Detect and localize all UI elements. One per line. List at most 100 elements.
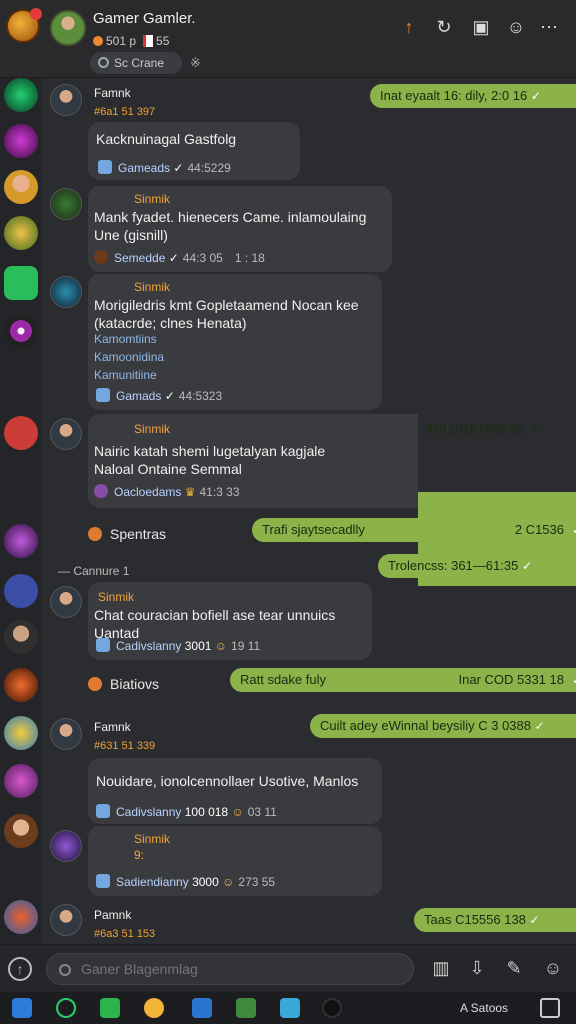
outgoing-message[interactable]: Trafi sjaytsecadlly2 C1536✓ <box>252 518 576 542</box>
emoji-icon[interactable]: ☺ <box>542 957 564 979</box>
sticker-icon[interactable]: ▥ <box>430 957 452 979</box>
sidebar-server-3[interactable] <box>4 170 38 204</box>
tag-icon <box>96 804 110 818</box>
sidebar-server-12[interactable] <box>4 716 38 750</box>
taskbar: A Satoos <box>0 992 576 1024</box>
section-icon <box>88 527 102 541</box>
more-icon[interactable]: ⋯ <box>538 16 560 38</box>
camera-icon[interactable] <box>322 998 342 1018</box>
check-icon: ✓ <box>530 420 541 434</box>
calendar-icon[interactable] <box>192 998 212 1018</box>
author-name[interactable]: Sinmik <box>134 422 170 436</box>
date-divider: — Cannure 1 <box>58 564 130 578</box>
tag-icon <box>98 160 112 174</box>
outgoing-message[interactable]: Inat eyaalt 16: dily, 2:0 16 ✓ <box>370 84 576 108</box>
message-text: Chat couracian bofiell ase tear unnuics … <box>94 607 336 641</box>
message-text: Nouidare, ionolcennollaer Usotive, Manlo… <box>96 773 359 789</box>
message-meta: Cadivslanny 3001 ☺ 19 11 <box>96 638 260 653</box>
sidebar-server-11[interactable] <box>4 668 38 702</box>
channel-pill[interactable]: Sc Crane <box>90 52 182 74</box>
system-clock: A Satoos <box>460 1001 509 1015</box>
author-tag: #6a3 51 153 <box>94 928 156 940</box>
chat-app-icon[interactable] <box>56 998 76 1018</box>
avatar[interactable] <box>50 84 82 116</box>
message-line: Kamomtiins <box>94 332 157 346</box>
author-name[interactable]: Sinmik <box>134 192 170 206</box>
store-icon[interactable] <box>280 998 300 1018</box>
avatar-icon <box>94 484 108 498</box>
sidebar-server-14[interactable] <box>4 814 38 848</box>
message-bubble[interactable]: Sinmik Nairic katah shemi lugetalyan kag… <box>88 414 418 508</box>
message-input[interactable] <box>47 954 413 984</box>
avatar-icon <box>94 250 108 264</box>
author-tag: #6a1 51 397 <box>94 106 156 118</box>
avatar[interactable] <box>50 586 82 618</box>
download-icon[interactable]: ⇩ <box>466 957 488 979</box>
message-bubble[interactable]: Sinmik Chat couracian bofiell ase tear u… <box>88 582 372 660</box>
notification-icon[interactable] <box>540 998 560 1018</box>
outgoing-message[interactable]: Cuilt adey eWinnal beysiliy C 3 0388 ✓ <box>310 714 576 738</box>
section-separator: Spentras <box>88 526 166 542</box>
avatar[interactable] <box>50 904 82 936</box>
avatar[interactable] <box>50 188 82 220</box>
chat-header: Gamer Gamler. 501 p 55 Sc Crane ※ ↑ ↻ ▣ … <box>0 0 576 78</box>
outgoing-message[interactable]: Taas C15556 138 ✓ <box>414 908 576 932</box>
arrow-up-icon[interactable]: ↑ <box>398 16 420 38</box>
sidebar-server-4[interactable] <box>4 216 38 250</box>
outgoing-message[interactable]: Ratt sdake fulyInar COD 5331 18✓ <box>230 668 576 692</box>
sidebar-server-7[interactable] <box>4 416 38 450</box>
sidebar-server-15[interactable] <box>4 900 38 934</box>
game-icon[interactable] <box>236 998 256 1018</box>
check-icon: ✓ <box>572 518 576 542</box>
check-icon: ✓ <box>529 913 540 927</box>
chat-avatar[interactable] <box>50 10 86 46</box>
avatar[interactable] <box>50 418 82 450</box>
tag-icon <box>96 388 110 402</box>
author-tag: #631 51 339 <box>94 740 156 752</box>
orange-dot-icon <box>93 36 103 46</box>
composer-bar: ↑ ▥ ⇩ ✎ ☺ <box>0 944 576 992</box>
avatar[interactable] <box>50 718 82 750</box>
author-name[interactable]: Sinmik <box>134 832 170 846</box>
image-icon[interactable]: ▣ <box>470 16 492 38</box>
author-name[interactable]: Sinmik <box>98 590 134 604</box>
sidebar-server-10[interactable] <box>4 620 38 654</box>
check-icon: ✓ <box>530 89 541 103</box>
refresh-icon[interactable]: ↻ <box>433 16 455 38</box>
pen-icon[interactable]: ✎ <box>503 957 525 979</box>
author-name[interactable]: Sinmik <box>134 280 170 294</box>
windows-icon[interactable] <box>12 998 32 1018</box>
author-name[interactable]: Famnk <box>94 720 131 734</box>
author-name[interactable]: Famnk <box>94 86 131 100</box>
avatar[interactable] <box>50 276 82 308</box>
message-bubble[interactable]: Sinmik Mank fyadet. hienecers Came. inla… <box>88 186 392 272</box>
message-line: Kamoonidina <box>94 350 165 364</box>
sidebar-server-8[interactable] <box>4 524 38 558</box>
sidebar-server-13[interactable] <box>4 764 38 798</box>
star-icon: ※ <box>190 55 201 70</box>
music-icon[interactable] <box>100 998 120 1018</box>
sidebar-server-9[interactable] <box>4 574 38 608</box>
sidebar-server-5[interactable] <box>4 266 38 300</box>
author-name[interactable]: Pamnk <box>94 908 131 922</box>
message-bubble[interactable]: Kacknuinagal Gastfolg Gameads ✓ 44:5229 <box>88 122 300 180</box>
section-icon <box>88 677 102 691</box>
message-text: Kacknuinagal Gastfolg <box>96 131 237 147</box>
message-bubble[interactable]: Sinmik Morigiledris kmt Gopletaamend Noc… <box>88 274 382 410</box>
browser-icon[interactable] <box>144 998 164 1018</box>
sidebar-server-2[interactable] <box>4 124 38 158</box>
upload-icon[interactable]: ↑ <box>8 957 32 981</box>
message-input-wrap[interactable] <box>46 953 414 985</box>
message-meta: Sadiendianny 3000 ☺ 273 55 <box>96 874 275 889</box>
message-bubble[interactable]: Sinmik 9: Sadiendianny 3000 ☺ 273 55 <box>88 826 382 896</box>
message-bubble[interactable]: Nouidare, ionolcennollaer Usotive, Manlo… <box>88 758 382 824</box>
sidebar-server-1[interactable] <box>4 78 38 112</box>
search-icon <box>98 57 109 68</box>
check-icon: ✓ <box>521 559 532 573</box>
sidebar-server-6[interactable] <box>4 314 38 348</box>
avatar[interactable] <box>50 830 82 862</box>
emoji-icon[interactable]: ☺ <box>505 16 527 38</box>
app-logo[interactable] <box>6 8 42 43</box>
search-icon <box>59 964 71 976</box>
outgoing-message[interactable]: Trolencss: 361—61:35 ✓ <box>378 554 576 578</box>
